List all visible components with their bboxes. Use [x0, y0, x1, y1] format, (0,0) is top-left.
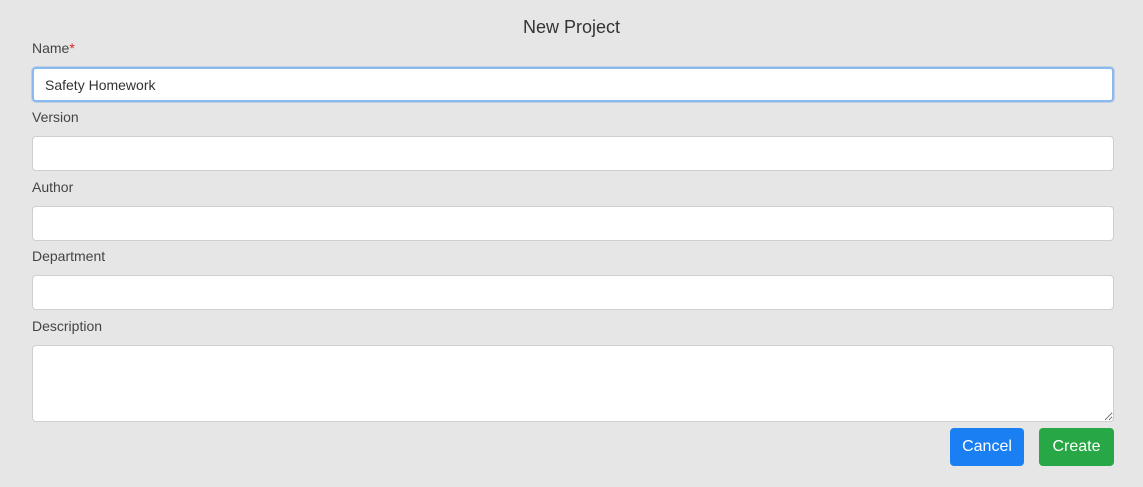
- description-label: Description: [32, 318, 103, 334]
- department-input[interactable]: [32, 275, 1114, 310]
- author-label: Author: [32, 179, 74, 195]
- author-input[interactable]: [32, 206, 1114, 241]
- department-label: Department: [32, 248, 106, 264]
- dialog-title: New Project: [522, 17, 621, 37]
- version-input[interactable]: [32, 136, 1114, 171]
- required-marker: *: [69, 40, 75, 56]
- version-label: Version: [32, 109, 79, 125]
- create-button[interactable]: Create: [1039, 428, 1114, 466]
- cancel-button[interactable]: Cancel: [950, 428, 1024, 466]
- description-textarea[interactable]: [32, 345, 1114, 422]
- name-label: Name*: [32, 40, 75, 56]
- name-label-text: Name: [32, 40, 70, 56]
- name-input[interactable]: [32, 67, 1114, 102]
